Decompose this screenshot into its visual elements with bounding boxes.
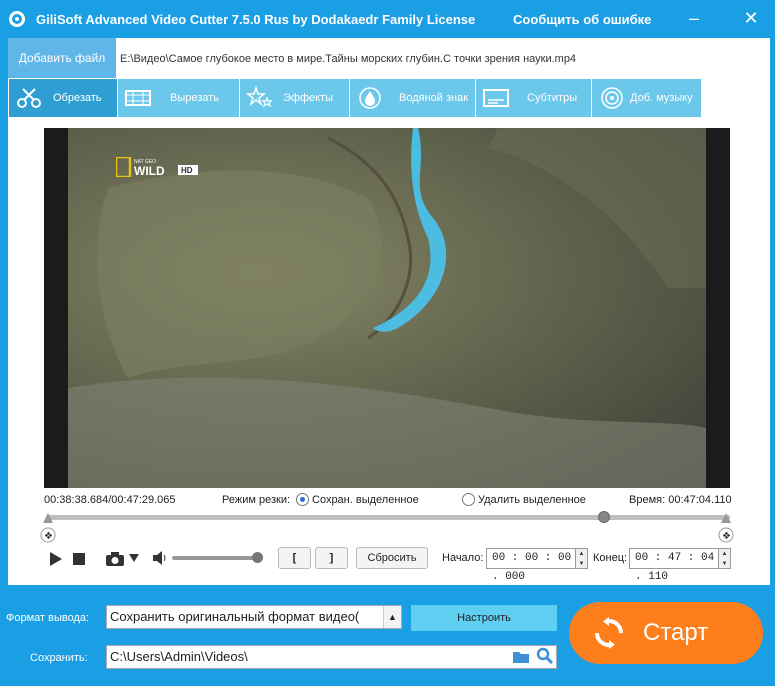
seek-handle[interactable] <box>598 511 610 523</box>
window-title: GiliSoft Advanced Video Cutter 7.5.0 Rus… <box>36 12 476 27</box>
configure-button[interactable]: Настроить <box>411 605 557 631</box>
tab-label: Обрезать <box>53 92 102 104</box>
add-file-button[interactable]: Добавить файл <box>8 38 116 78</box>
start-time-label: Начало: <box>442 552 484 564</box>
keep-selected-label: Сохран. выделенное <box>312 494 419 506</box>
drop-icon <box>359 87 381 109</box>
tab-label: Эффекты <box>283 92 334 104</box>
play-icon[interactable] <box>49 551 63 567</box>
end-time-label: Конец: <box>593 552 628 564</box>
svg-text:❖: ❖ <box>44 531 53 542</box>
end-time-spinner[interactable]: ▲ ▼ <box>719 548 731 569</box>
tab-cut[interactable]: Вырезать <box>118 79 240 117</box>
volume-icon[interactable] <box>152 550 168 566</box>
scissors-icon <box>17 88 41 108</box>
cut-mode-label: Режим резки: <box>222 494 291 506</box>
mark-start-button[interactable]: [ <box>278 547 311 569</box>
end-marker-handle[interactable]: ❖ <box>718 513 734 543</box>
tab-label: Субтитры <box>527 92 578 104</box>
volume-slider[interactable] <box>172 556 260 560</box>
tab-subtitles[interactable]: Субтитры <box>476 79 592 117</box>
output-format-select[interactable]: Сохранить оригинальный формат видео( <box>106 605 402 629</box>
current-time: 00:38:38.684 <box>44 494 109 506</box>
start-button-label: Старт <box>643 619 709 646</box>
tab-label: Вырезать <box>170 92 219 104</box>
tab-label: Водяной знак <box>399 92 469 104</box>
camera-icon[interactable] <box>105 551 125 567</box>
chevron-down-icon[interactable] <box>129 554 139 562</box>
logo-badge-text: HD <box>181 166 193 175</box>
svg-text:❖: ❖ <box>722 531 731 542</box>
video-preview[interactable] <box>68 128 706 488</box>
playback-time: 00:38:38.684/00:47:29.065 <box>44 494 176 506</box>
output-format-label: Формат вывода: <box>6 612 90 624</box>
close-icon[interactable]: ✕ <box>740 8 762 30</box>
start-time-input[interactable]: 00 : 00 : 00 . 000 <box>486 548 576 583</box>
stars-icon <box>246 86 273 108</box>
volume-handle[interactable] <box>252 552 263 563</box>
refresh-icon <box>595 617 623 649</box>
save-path-field[interactable]: C:\Users\Admin\Videos\ <box>106 645 557 669</box>
search-icon[interactable] <box>536 647 554 665</box>
nat-geo-wild-logo: NAT GEO WILD HD <box>116 157 198 177</box>
subtitle-icon <box>483 89 509 107</box>
seek-track[interactable] <box>46 515 730 520</box>
start-time-spinner[interactable]: ▲ ▼ <box>576 548 588 569</box>
minimize-icon[interactable]: – <box>683 8 705 30</box>
save-path-label: Сохранить: <box>30 652 88 664</box>
start-marker-handle[interactable]: ❖ <box>40 513 56 543</box>
tab-watermark[interactable]: Водяной знак <box>350 79 476 117</box>
tab-effects[interactable]: Эффекты <box>240 79 350 117</box>
file-path: E:\Видео\Самое глубокое место в мире.Тай… <box>120 53 577 65</box>
mark-end-button[interactable]: ] <box>315 547 348 569</box>
delete-selected-label: Удалить выделенное <box>478 494 586 506</box>
keep-selected-radio[interactable] <box>296 493 309 506</box>
start-button[interactable]: Старт <box>569 602 763 664</box>
stop-icon[interactable] <box>73 553 85 565</box>
tab-trim[interactable]: Обрезать <box>9 79 118 117</box>
film-strip-icon <box>125 90 151 106</box>
logo-main-text: WILD <box>134 164 165 177</box>
film-icon <box>9 11 25 27</box>
video-frame-image <box>68 128 706 488</box>
tab-label: Доб. музыку <box>630 92 693 104</box>
folder-icon[interactable] <box>512 649 530 664</box>
chevron-up-icon[interactable]: ▲ <box>383 606 401 628</box>
total-time: 00:47:29.065 <box>111 494 176 506</box>
duration-label: Время: 00:47:04.110 <box>629 494 732 506</box>
end-time-input[interactable]: 00 : 47 : 04 . 110 <box>629 548 719 583</box>
report-bug-link[interactable]: Сообщить об ошибке <box>513 12 651 27</box>
music-icon <box>601 87 623 109</box>
reset-button[interactable]: Сбросить <box>356 547 428 569</box>
tab-add-music[interactable]: Доб. музыку <box>592 79 702 117</box>
delete-selected-radio[interactable] <box>462 493 475 506</box>
